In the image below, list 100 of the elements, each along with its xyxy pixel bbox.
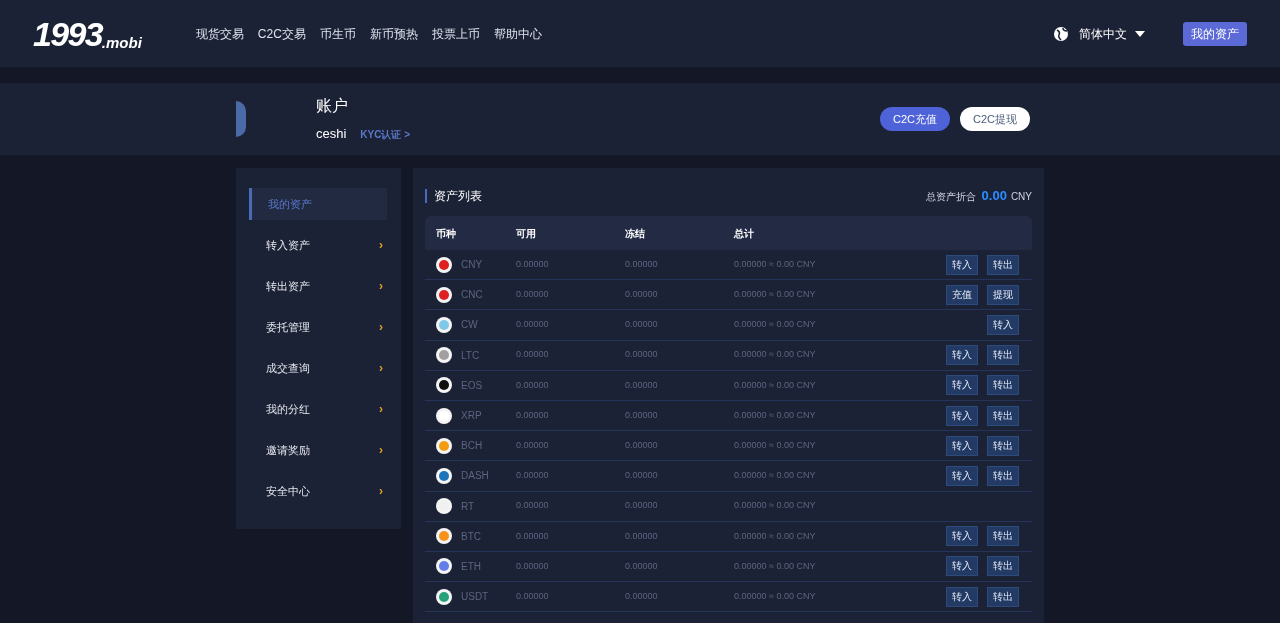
table-cell-text: 0.00000 (516, 288, 550, 302)
table-cell-text: 0.00000 ≈ 0.00 CNY (734, 589, 817, 603)
nav-link[interactable]: C2C交易 (257, 24, 306, 43)
action-button[interactable]: 转出 (987, 435, 1019, 456)
column-header: 可用 (516, 226, 537, 241)
nav-link[interactable]: 投票上币 (431, 24, 480, 43)
sidebar-label: 我的分红 (266, 401, 310, 417)
globe-icon (1053, 25, 1069, 42)
column-header: 总计 (734, 226, 755, 241)
table-cell-text: 0.00000 (516, 257, 550, 271)
recharge-button[interactable]: C2C充值 (879, 107, 950, 131)
action-button[interactable]: 转出 (987, 405, 1019, 426)
coin-name: XRP (461, 409, 482, 424)
action-button[interactable]: 转入 (987, 314, 1019, 335)
chevron-icon: › (379, 441, 383, 459)
kyc-link[interactable]: KYC认证 > (360, 127, 411, 143)
account-title: 账户 (316, 96, 349, 117)
table-cell-text: 0.00000 (625, 257, 659, 271)
coin-name: BCH (461, 439, 483, 454)
sidebar-item[interactable]: 安全中心 › (249, 475, 387, 507)
table-cell-text: 0.00000 (625, 559, 659, 573)
action-button[interactable]: 提现 (987, 284, 1019, 305)
table-cell-text: 0.00000 ≈ 0.00 CNY (734, 288, 817, 302)
sidebar-label: 我的资产 (268, 196, 312, 212)
sidebar-item[interactable]: 委托管理 › (249, 311, 387, 343)
table-cell-text: 0.00000 (625, 469, 659, 483)
total-value: 0.00 (981, 187, 1007, 206)
action-button[interactable]: 充值 (946, 284, 978, 305)
action-button[interactable]: 转入 (946, 465, 978, 486)
column-header: 冻结 (625, 226, 646, 241)
table-cell-text: 0.00000 (625, 378, 659, 392)
chevron-icon: › (379, 359, 383, 377)
action-button[interactable]: 转出 (987, 556, 1019, 577)
withdraw-button[interactable]: C2C提现 (960, 107, 1030, 131)
table-cell-text: 0.00000 ≈ 0.00 CNY (734, 499, 817, 513)
coin-name: ETH (461, 559, 481, 574)
nav-link[interactable]: 帮助中心 (493, 24, 542, 43)
sidebar-label: 安全中心 (266, 483, 310, 499)
table-cell-text: 0.00000 ≈ 0.00 CNY (734, 378, 817, 392)
sidebar-item[interactable]: 转出资产 › (249, 270, 387, 302)
action-button[interactable]: 转出 (987, 345, 1019, 366)
action-button[interactable]: 转入 (946, 435, 978, 456)
action-button[interactable]: 转出 (987, 465, 1019, 486)
coin-name: EOS (461, 378, 483, 393)
coin-name: CW (461, 318, 478, 333)
nav-link[interactable]: 现货交易 (195, 24, 244, 43)
table-cell-text: 0.00000 ≈ 0.00 CNY (734, 348, 817, 362)
table-cell-text: 0.00000 ≈ 0.00 CNY (734, 257, 817, 271)
username: ceshi (316, 125, 347, 144)
coin-name: RT (461, 499, 475, 514)
table-cell-text: 0.00000 ≈ 0.00 CNY (734, 408, 817, 422)
coin-name: BTC (461, 529, 481, 544)
action-button[interactable]: 转出 (987, 526, 1019, 547)
action-button[interactable]: 转入 (946, 405, 978, 426)
language-selector[interactable]: 简体中文 (1079, 24, 1145, 43)
table-cell-text: 0.00000 (625, 499, 659, 513)
table-cell-text: 0.00000 (516, 589, 550, 603)
my-assets-button[interactable]: 我的资产 (1183, 21, 1247, 46)
table-cell-text: 0.00000 ≈ 0.00 CNY (734, 559, 817, 573)
sidebar-label: 委托管理 (266, 319, 310, 335)
table-cell-text: 0.00000 (516, 348, 550, 362)
sidebar-item[interactable]: 转入资产 › (249, 229, 387, 261)
sidebar-item[interactable]: 成交查询 › (249, 352, 387, 384)
action-button[interactable]: 转入 (946, 254, 978, 275)
table-cell-text: 0.00000 (625, 589, 659, 603)
action-button[interactable]: 转出 (987, 375, 1019, 396)
nav-link[interactable]: 新币预热 (369, 24, 418, 43)
action-button[interactable]: 转出 (987, 254, 1019, 275)
action-button[interactable]: 转入 (946, 345, 978, 366)
coin-name: LTC (461, 348, 480, 363)
sidebar-item[interactable]: 邀请奖励 › (249, 434, 387, 466)
table-cell-text: 0.00000 ≈ 0.00 CNY (734, 469, 817, 483)
action-button[interactable]: 转入 (946, 526, 978, 547)
table-cell-text: 0.00000 (516, 438, 550, 452)
table-cell-text: 0.00000 (516, 529, 550, 543)
coin-name: CNY (461, 258, 483, 273)
action-button[interactable]: 转出 (987, 586, 1019, 607)
table-cell-text: 0.00000 (625, 288, 659, 302)
sidebar-item[interactable]: 我的分红 › (249, 393, 387, 425)
chevron-icon: › (379, 236, 383, 254)
action-button[interactable]: 转入 (946, 556, 978, 577)
chevron-icon: › (379, 318, 383, 336)
table-cell-text: 0.00000 (625, 529, 659, 543)
action-button[interactable]: 转入 (946, 586, 978, 607)
sidebar-label: 转出资产 (266, 278, 310, 294)
table-cell-text: 0.00000 (516, 469, 550, 483)
table-cell-text: 0.00000 ≈ 0.00 CNY (734, 318, 817, 332)
sidebar-label: 邀请奖励 (266, 442, 310, 458)
table-cell-text: 0.00000 (516, 408, 550, 422)
action-button[interactable]: 转入 (946, 375, 978, 396)
sidebar-label: 转入资产 (266, 237, 310, 253)
nav-link[interactable]: 币生币 (319, 24, 356, 43)
chevron-icon: › (379, 482, 383, 500)
sidebar-item[interactable]: 我的资产 (249, 188, 387, 220)
coin-name: USDT (461, 590, 489, 605)
table-cell-text: 0.00000 (516, 318, 550, 332)
logo[interactable]: 1993.mobi (33, 16, 142, 51)
table-cell-text: 0.00000 (625, 318, 659, 332)
table-cell-text: 0.00000 (625, 438, 659, 452)
avatar (236, 101, 246, 137)
